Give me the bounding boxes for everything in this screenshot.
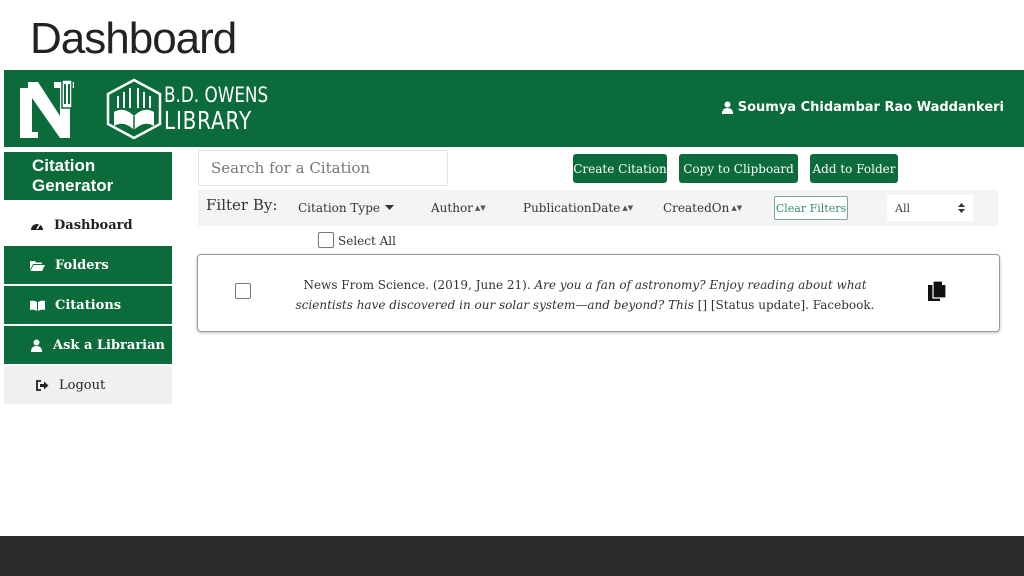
- sidebar-item-label: Logout: [59, 377, 106, 393]
- sidebar-item-citations[interactable]: Citations: [4, 286, 172, 324]
- folder-open-icon: [30, 260, 45, 271]
- citation-checkbox[interactable]: [235, 283, 251, 299]
- filter-select-value: All: [895, 201, 910, 215]
- sort-arrows-icon: ▲▼: [622, 204, 634, 212]
- tachometer-icon: [31, 223, 43, 230]
- citation-type-label: Citation Type: [298, 201, 380, 215]
- sidebar-item-label: Ask a Librarian: [53, 337, 165, 353]
- sidebar-item-dashboard[interactable]: Dashboard: [4, 206, 172, 244]
- select-all-checkbox[interactable]: [318, 232, 334, 248]
- citation-prefix: News From Science. (2019, June 21).: [303, 278, 535, 292]
- sidebar-item-logout[interactable]: Logout: [4, 366, 172, 404]
- copy-to-clipboard-button[interactable]: Copy to Clipboard: [679, 154, 798, 183]
- filter-select[interactable]: All: [887, 195, 973, 221]
- create-citation-button[interactable]: Create Citation: [573, 154, 667, 183]
- book-open-icon: [30, 300, 45, 311]
- sort-arrows-icon: ▲▼: [731, 204, 743, 212]
- sort-arrows-icon: ▲▼: [474, 204, 486, 212]
- sort-created-on[interactable]: CreatedOn ▲▼: [663, 201, 742, 215]
- copy-icon[interactable]: [928, 281, 946, 303]
- library-book-logo: [106, 78, 162, 140]
- citation-suffix: [] [Status update]. Facebook.: [693, 298, 875, 312]
- user-icon: [31, 339, 42, 352]
- sidebar-item-ask-librarian[interactable]: Ask a Librarian: [4, 326, 172, 364]
- sidebar-item-folders[interactable]: Folders: [4, 246, 172, 284]
- citation-card: News From Science. (2019, June 21). Are …: [197, 254, 1000, 332]
- select-all[interactable]: Select All: [318, 232, 396, 248]
- sort-author[interactable]: Author ▲▼: [431, 201, 486, 215]
- sidebar-item-label: Folders: [55, 257, 109, 273]
- sidebar-item-label: Dashboard: [54, 217, 133, 233]
- nwmissouri-n-logo[interactable]: [16, 76, 80, 142]
- user-icon: [721, 101, 733, 114]
- author-label: Author: [431, 201, 473, 215]
- filter-bar: Filter By: Citation Type Author ▲▼ Publi…: [198, 190, 998, 226]
- slide-title: Dashboard: [30, 14, 237, 63]
- sort-publication-date[interactable]: PublicationDate ▲▼: [523, 201, 633, 215]
- library-name: B.D. OWENS LIBRARY: [164, 82, 294, 134]
- caret-down-icon: [385, 205, 394, 210]
- sidebar: Citation Generator Dashboard Folders Cit…: [4, 152, 172, 406]
- clear-filters-button[interactable]: Clear Filters: [774, 196, 848, 220]
- citation-text: News From Science. (2019, June 21). Are …: [290, 275, 880, 315]
- library-name-line2: LIBRARY: [164, 106, 252, 135]
- add-to-folder-button[interactable]: Add to Folder: [810, 154, 898, 183]
- user-name: Soumya Chidambar Rao Waddankeri: [737, 100, 1004, 115]
- sidebar-title[interactable]: Citation Generator: [4, 152, 172, 200]
- created-on-label: CreatedOn: [663, 201, 730, 215]
- user-account[interactable]: Soumya Chidambar Rao Waddankeri: [721, 100, 1004, 115]
- publication-date-label: PublicationDate: [523, 201, 621, 215]
- sidebar-item-label: Citations: [55, 297, 122, 313]
- filter-by-label: Filter By:: [206, 196, 278, 214]
- library-name-line1: B.D. OWENS: [164, 83, 269, 107]
- search-input[interactable]: Search for a Citation: [198, 150, 448, 186]
- select-arrows-icon: [958, 203, 965, 213]
- select-all-label: Select All: [338, 234, 396, 248]
- citation-type-dropdown[interactable]: Citation Type: [298, 201, 394, 215]
- sign-out-icon: [36, 379, 49, 391]
- top-header: B.D. OWENS LIBRARY Soumya Chidambar Rao …: [4, 70, 1024, 147]
- footer-bar: [0, 536, 1024, 576]
